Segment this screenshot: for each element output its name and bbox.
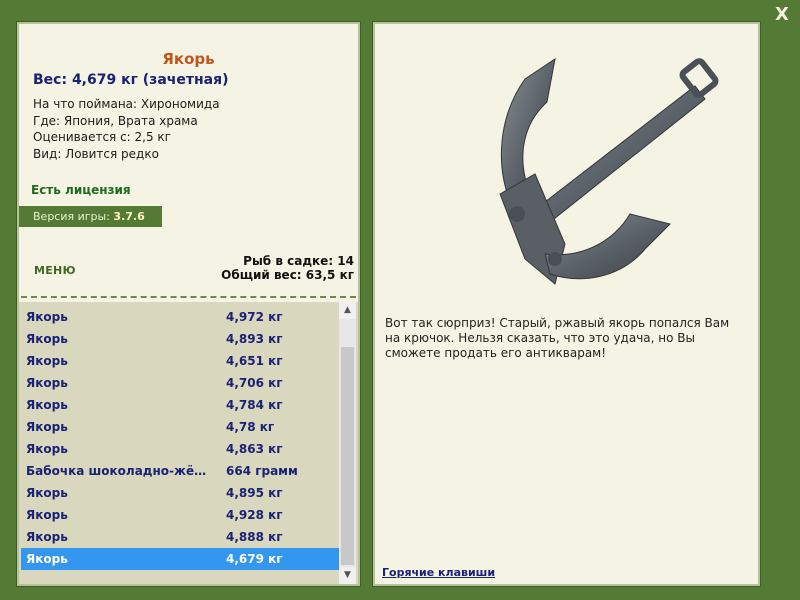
catch-name: Якорь bbox=[26, 310, 68, 324]
catch-weight: 4,928 кг bbox=[226, 508, 283, 522]
catch-list-row[interactable]: Бабочка шоколадно-жё… 664 грамм bbox=[21, 460, 339, 482]
catch-list-row[interactable]: Якорь 4,706 кг bbox=[21, 372, 339, 394]
catch-list-row[interactable]: Якорь 4,895 кг bbox=[21, 482, 339, 504]
catch-weight: 4,784 кг bbox=[226, 398, 283, 412]
catch-list-row[interactable]: Якорь 4,863 кг bbox=[21, 438, 339, 460]
catch-list-row[interactable]: Якорь 4,651 кг bbox=[21, 350, 339, 372]
version-value: 3.7.6 bbox=[113, 210, 145, 223]
scroll-thumb[interactable] bbox=[341, 347, 354, 565]
left-panel: Якорь Вес: 4,679 кг (зачетная) На что по… bbox=[17, 22, 360, 586]
catch-list-row[interactable]: Якорь 4,928 кг bbox=[21, 504, 339, 526]
catch-weight: 4,679 кг bbox=[226, 552, 283, 566]
fish-description: Вот так сюрприз! Старый, ржавый якорь по… bbox=[385, 316, 730, 360]
close-button[interactable]: X bbox=[771, 4, 793, 26]
version-label: Версия игры: bbox=[33, 210, 110, 223]
catch-weight: 4,972 кг bbox=[226, 310, 283, 324]
anchor-image bbox=[499, 57, 719, 285]
total-weight: Общий вес: 63,5 кг bbox=[221, 268, 354, 282]
catch-list: Якорь 4,972 кг Якорь 4,893 кг Якорь 4,651 кг Я… bbox=[21, 306, 339, 570]
hotkeys-link[interactable]: Горячие клавиши bbox=[382, 566, 495, 579]
scrollbar[interactable]: ▲ ▼ bbox=[339, 302, 356, 584]
catch-list-area: Якорь 4,972 кг Якорь 4,893 кг Якорь 4,651 кг Я… bbox=[19, 302, 358, 584]
catch-name: Якорь bbox=[26, 530, 68, 544]
info-rarity: Вид: Ловится редко bbox=[33, 146, 159, 161]
info-bait: На что поймана: Хирономида bbox=[33, 97, 220, 111]
scroll-down-arrow-icon[interactable]: ▼ bbox=[339, 567, 356, 584]
catch-list-row[interactable]: Якорь 4,893 кг bbox=[21, 328, 339, 350]
catch-list-row[interactable]: Якорь 4,78 кг bbox=[21, 416, 339, 438]
catch-weight: 4,895 кг bbox=[226, 486, 283, 500]
info-location: Где: Япония, Врата храма bbox=[33, 113, 198, 128]
catch-weight: 4,706 кг bbox=[226, 376, 283, 390]
right-panel: Вот так сюрприз! Старый, ржавый якорь по… bbox=[373, 22, 760, 586]
catch-name: Якорь bbox=[26, 420, 68, 434]
catch-name: Бабочка шоколадно-жё… bbox=[26, 464, 206, 478]
catch-name: Якорь bbox=[26, 332, 68, 346]
catch-name: Якорь bbox=[26, 398, 68, 412]
catch-name: Якорь bbox=[26, 486, 68, 500]
catch-list-row[interactable]: Якорь 4,972 кг bbox=[21, 306, 339, 328]
catch-stats: Рыб в садке: 14 Общий вес: 63,5 кг bbox=[221, 254, 354, 282]
catch-list-row[interactable]: Якорь 4,784 кг bbox=[21, 394, 339, 416]
catch-name: Якорь bbox=[26, 552, 68, 566]
catch-name: Якорь bbox=[26, 508, 68, 522]
catch-weight: 4,888 кг bbox=[226, 530, 283, 544]
info-min-weight: Оценивается с: 2,5 кг bbox=[33, 130, 171, 144]
catch-list-row[interactable]: Якорь 4,679 кг bbox=[21, 548, 339, 570]
catch-weight: 4,893 кг bbox=[226, 332, 283, 346]
catch-weight: 4,651 кг bbox=[226, 354, 283, 368]
fish-count: Рыб в садке: 14 bbox=[243, 254, 354, 268]
scroll-up-arrow-icon[interactable]: ▲ bbox=[339, 302, 356, 319]
fish-title: Якорь bbox=[162, 50, 215, 68]
catch-name: Якорь bbox=[26, 376, 68, 390]
catch-weight: 4,78 кг bbox=[226, 420, 275, 434]
catch-name: Якорь bbox=[26, 442, 68, 456]
license-status: Есть лицензия bbox=[31, 183, 131, 197]
menu-button[interactable]: МЕНЮ bbox=[34, 264, 76, 277]
catch-list-row[interactable]: Якорь 4,888 кг bbox=[21, 526, 339, 548]
fish-weight: Вес: 4,679 кг (зачетная) bbox=[33, 72, 229, 88]
version-bar: Версия игры: 3.7.6 bbox=[19, 206, 162, 227]
divider bbox=[21, 296, 356, 298]
fish-info: На что поймана: Хирономида Где: Япония, … bbox=[33, 96, 220, 162]
catch-name: Якорь bbox=[26, 354, 68, 368]
catch-weight: 4,863 кг bbox=[226, 442, 283, 456]
catch-weight: 664 грамм bbox=[226, 464, 298, 478]
